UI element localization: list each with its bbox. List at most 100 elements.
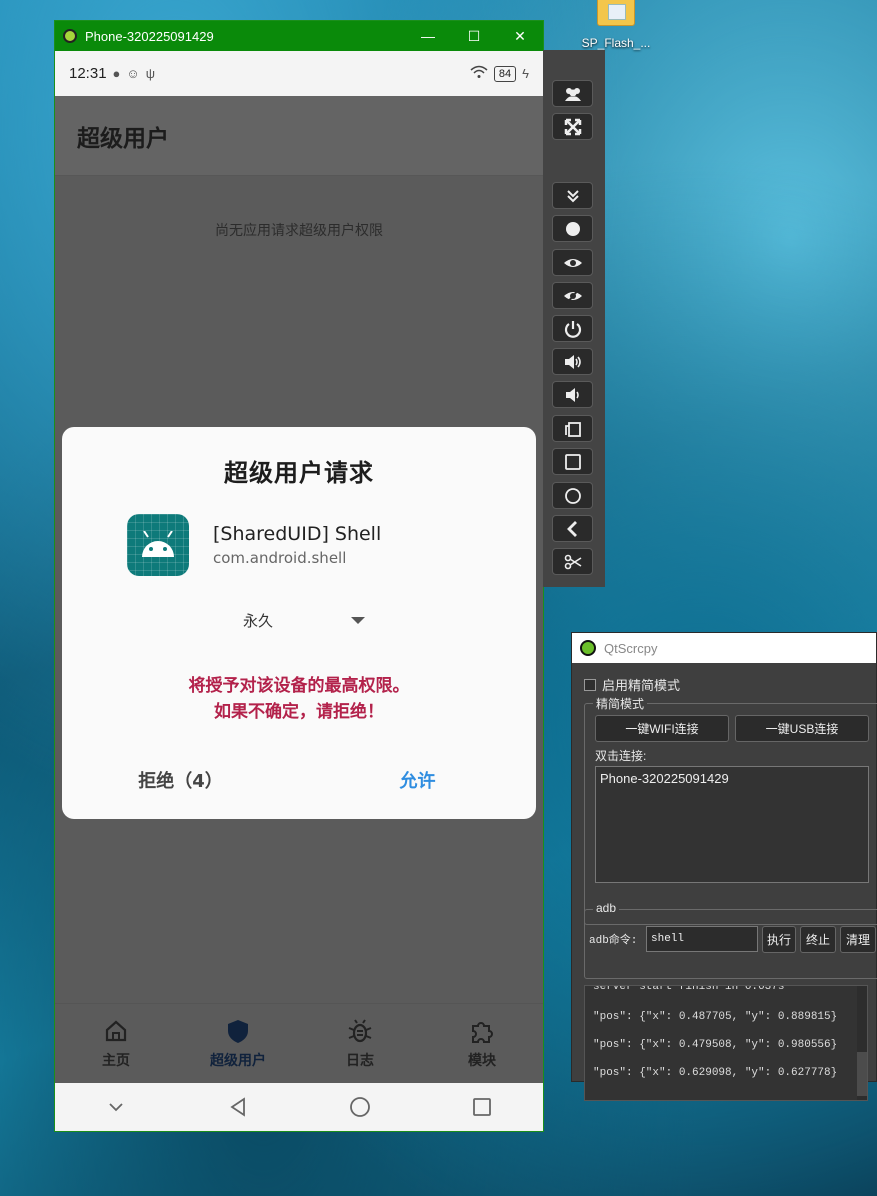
adb-command-input[interactable]: shell (646, 926, 758, 952)
home-square-icon (564, 453, 581, 470)
close-button[interactable]: ✕ (497, 21, 543, 51)
record-button[interactable] (552, 215, 593, 242)
device-list-item[interactable]: Phone-320225091429 (600, 771, 864, 786)
collapse-button[interactable] (552, 182, 593, 209)
adb-command-label: adb命令: (589, 935, 638, 947)
simple-mode-group-label: 精简模式 (593, 695, 648, 712)
chevron-down-icon[interactable] (105, 1096, 127, 1118)
desktop-icon-sp-flash[interactable]: SP_Flash_... (580, 0, 652, 50)
group-icon (564, 87, 581, 101)
home-button[interactable] (552, 448, 593, 475)
adb-group: adb adb命令: shell 执行 终止 清理 (584, 901, 877, 979)
volume-down-button[interactable] (552, 381, 593, 408)
simple-mode-group: 精简模式 一键WIFI连接 一键USB连接 双击连接: Phone-320225… (584, 695, 877, 925)
phone-screen[interactable]: 12:31 ● ☺ ψ 84 ϟ 超级用户 尚无应用请求超级用户权限 超级用户请… (55, 51, 543, 1131)
android-logo-icon (63, 29, 77, 43)
page-title: 超级用户 (55, 96, 543, 176)
recents-icon[interactable] (471, 1096, 493, 1118)
allow-button[interactable]: 允许 (299, 759, 536, 801)
nav-label-superuser: 超级用户 (210, 1052, 266, 1069)
back-icon[interactable] (227, 1096, 249, 1118)
battery-level: 84 (493, 65, 517, 82)
back-icon (566, 520, 577, 537)
collapse-icon (566, 189, 579, 202)
usb-connect-button[interactable]: 一键USB连接 (735, 715, 869, 742)
status-time: 12:31 (69, 65, 107, 82)
power-icon (564, 320, 581, 338)
file-icon (597, 0, 635, 26)
user-icon: ☺ (126, 66, 140, 81)
power-button[interactable] (552, 315, 593, 342)
bug-icon (348, 1018, 372, 1042)
log-line: server start finish in 0.637s (593, 985, 785, 993)
simple-mode-label: 启用精简模式 (602, 678, 681, 693)
nav-item-superuser[interactable]: 超级用户 (177, 1004, 299, 1083)
group-control-button[interactable] (552, 80, 593, 107)
warning-line-1: 将授予对该设备的最高权限。 (188, 676, 410, 696)
app-package: com.android.shell (213, 549, 347, 567)
warning-line-2: 如果不确定，请拒绝！ (214, 702, 384, 722)
fullscreen-button[interactable] (552, 113, 593, 140)
simple-mode-checkbox[interactable]: 启用精简模式 (584, 675, 680, 694)
fullscreen-icon (564, 118, 581, 135)
duration-value: 永久 (243, 612, 274, 630)
app-switch-button[interactable] (552, 415, 593, 442)
qtscrcpy-window: QtScrcpy 启用精简模式 精简模式 一键WIFI连接 一键USB连接 双击… (571, 632, 877, 1101)
nav-label-home: 主页 (102, 1052, 130, 1069)
circle-button[interactable] (552, 482, 593, 509)
volume-down-icon (565, 387, 579, 402)
empty-message: 尚无应用请求超级用户权限 (215, 223, 383, 239)
nav-item-logs[interactable]: 日志 (299, 1004, 421, 1083)
circle-icon (564, 487, 581, 504)
scrollbar-thumb[interactable] (857, 1052, 867, 1096)
clear-button[interactable]: 清理 (840, 926, 876, 953)
log-line: "pos": {"x": 0.629098, "y": 0.627778} (593, 1067, 838, 1079)
superuser-request-dialog: 超级用户请求 [SharedUID] Shell com.android.she… (62, 427, 536, 819)
control-toolbar (543, 50, 605, 587)
log-line: "pos": {"x": 0.479508, "y": 0.980556} (593, 1039, 838, 1051)
android-app-icon (127, 514, 189, 576)
app-name: [SharedUID] Shell (213, 523, 382, 545)
minimize-button[interactable]: — (405, 21, 451, 51)
requesting-app: [SharedUID] Shell com.android.shell (127, 514, 536, 576)
volume-up-button[interactable] (552, 348, 593, 375)
device-list[interactable]: Phone-320225091429 (595, 766, 869, 883)
phone-window-title: Phone-320225091429 (85, 28, 214, 44)
show-icon (563, 258, 582, 267)
qtscrcpy-titlebar[interactable]: QtScrcpy (572, 633, 876, 663)
duration-select[interactable]: 永久 (72, 610, 536, 631)
checkbox-box (584, 678, 596, 691)
usb-icon: ψ (145, 66, 155, 81)
qtscrcpy-title: QtScrcpy (604, 640, 658, 656)
log-output[interactable]: server start finish in 0.637s "pos": {"x… (584, 985, 868, 1101)
desktop-icon-label: SP_Flash_... (581, 36, 651, 50)
qtscrcpy-logo-icon (580, 640, 596, 656)
phone-window-titlebar[interactable]: Phone-320225091429 — ☐ ✕ (55, 21, 543, 51)
execute-button[interactable]: 执行 (762, 926, 796, 953)
stop-button[interactable]: 终止 (800, 926, 836, 953)
charging-icon: ϟ (522, 66, 529, 81)
nav-item-modules[interactable]: 模块 (421, 1004, 543, 1083)
nav-label-logs: 日志 (346, 1052, 374, 1069)
wifi-connect-button[interactable]: 一键WIFI连接 (595, 715, 729, 742)
home-icon (105, 1020, 127, 1041)
double-click-label: 双击连接: (595, 749, 647, 763)
system-navigation-bar (55, 1083, 543, 1131)
hide-touch-button[interactable] (552, 282, 593, 309)
puzzle-icon (472, 1021, 493, 1043)
deny-button[interactable]: 拒绝（4） (62, 759, 299, 801)
maximize-button[interactable]: ☐ (451, 21, 497, 51)
screenshot-button[interactable] (552, 548, 593, 575)
warning-text: 将授予对该设备的最高权限。 如果不确定，请拒绝！ (62, 673, 536, 725)
home-circle-icon[interactable] (349, 1096, 371, 1118)
show-touch-button[interactable] (552, 249, 593, 276)
adb-group-label: adb (593, 901, 620, 915)
screenshot-icon (564, 554, 581, 569)
bottom-navigation: 主页 超级用户 日志 模块 (55, 1003, 543, 1083)
nav-item-home[interactable]: 主页 (55, 1004, 177, 1083)
phone-window: Phone-320225091429 — ☐ ✕ 12:31 ● ☺ ψ 84 … (54, 20, 544, 1132)
back-button[interactable] (552, 515, 593, 542)
notification-icon: ● (112, 66, 121, 81)
record-icon (565, 221, 580, 236)
log-scrollbar[interactable] (857, 986, 867, 1100)
